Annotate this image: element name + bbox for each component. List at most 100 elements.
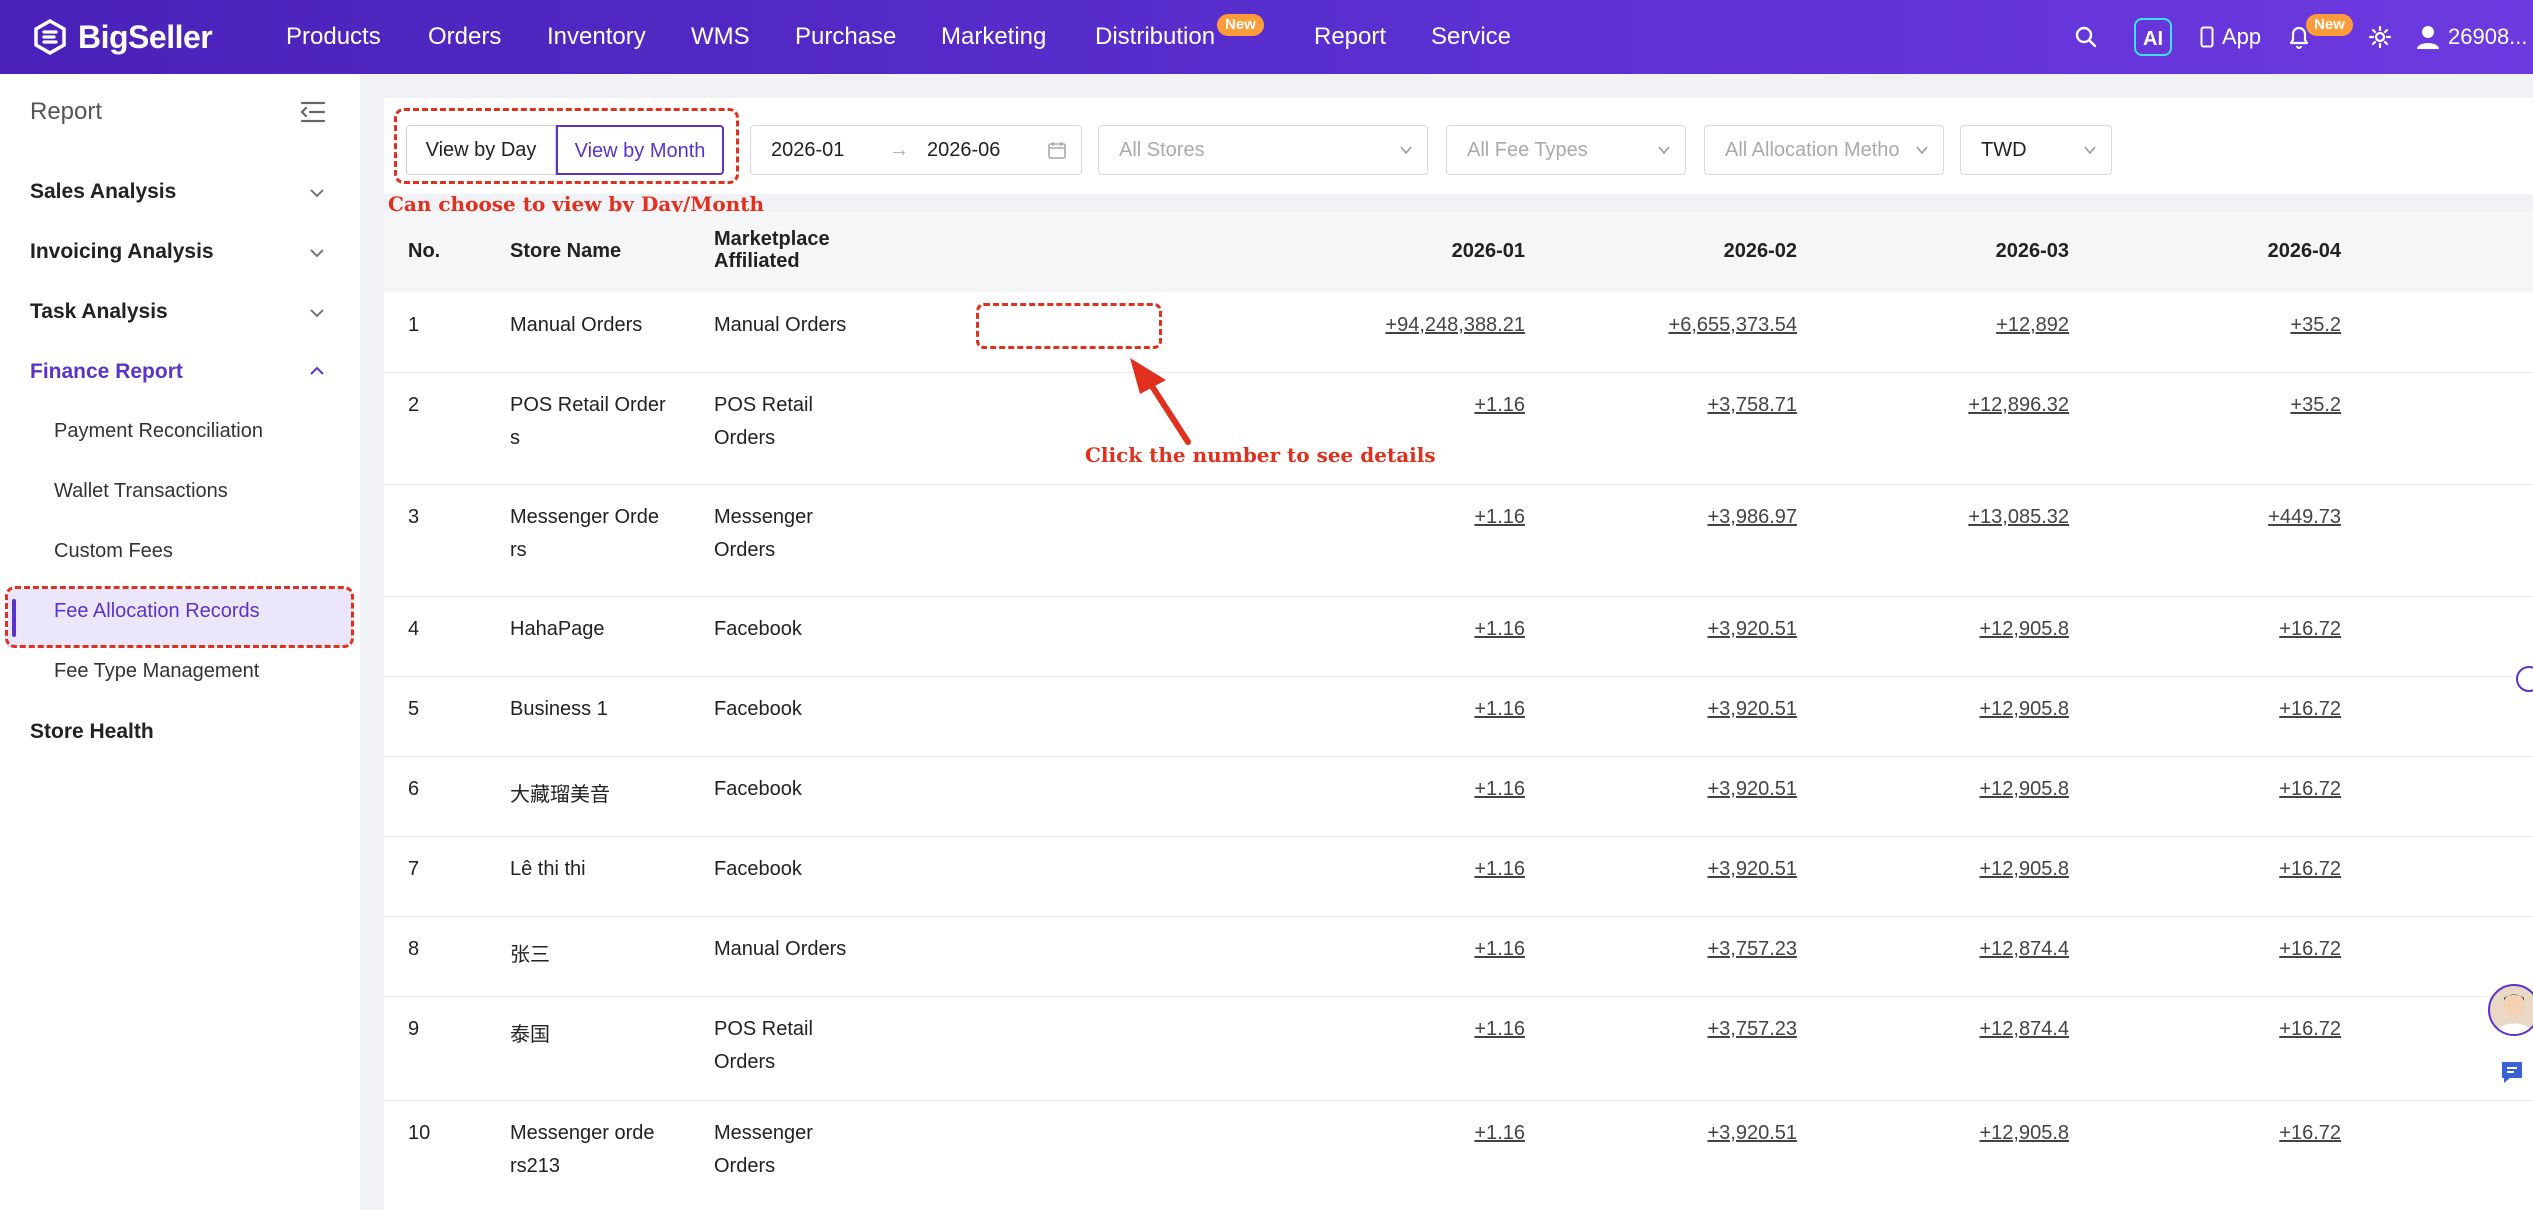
sidebar-item-wallet-transactions[interactable]: Wallet Transactions	[54, 480, 228, 503]
nav-service[interactable]: Service	[1431, 0, 1511, 74]
app-link[interactable]: App	[2222, 0, 2261, 74]
fee-amount-link[interactable]: +3,920.51	[1707, 858, 1797, 881]
fee-amount-link[interactable]: +3,757.23	[1707, 938, 1797, 961]
marketplace-affiliated: Orders	[714, 427, 776, 449]
sidebar-group-task-analysis[interactable]: Task Analysis	[30, 300, 168, 324]
fee-amount-link[interactable]: +12,905.8	[1979, 778, 2069, 801]
fee-amount-link[interactable]: +3,920.51	[1707, 698, 1797, 721]
fee-amount-link[interactable]: +16.72	[2279, 1122, 2341, 1145]
nav-inventory[interactable]: Inventory	[547, 0, 646, 74]
store-name: s	[510, 427, 520, 449]
fee-amount-link[interactable]: +1.16	[1474, 858, 1525, 881]
fee-amount-link[interactable]: +16.72	[2279, 1018, 2341, 1041]
sidebar-item-payment-reconciliation[interactable]: Payment Reconciliation	[54, 420, 263, 443]
fee-amount-link[interactable]: +12,896.32	[1968, 394, 2069, 417]
sidebar-group-sales-analysis[interactable]: Sales Analysis	[30, 180, 176, 204]
row-number: 6	[408, 778, 420, 800]
fee-amount-link[interactable]: +1.16	[1474, 698, 1525, 721]
fee-amount-link[interactable]: +6,655,373.54	[1669, 314, 1797, 337]
nav-report[interactable]: Report	[1314, 0, 1386, 74]
store-name: HahaPage	[510, 618, 605, 640]
chat-message-icon[interactable]	[2496, 1056, 2528, 1088]
fee-amount-link[interactable]: +1.16	[1474, 1018, 1525, 1041]
fee-amount-link[interactable]: +16.72	[2279, 618, 2341, 641]
chevron-down-icon[interactable]	[308, 244, 326, 262]
date-range-picker[interactable]: 2026-01 → 2026-06	[750, 125, 1082, 175]
sidebar-group-store-health[interactable]: Store Health	[30, 720, 154, 744]
fee-amount-link[interactable]: +16.72	[2279, 858, 2341, 881]
row-divider	[384, 676, 2533, 677]
chevron-up-icon[interactable]	[308, 362, 326, 380]
fee-amount-link[interactable]: +35.2	[2290, 394, 2341, 417]
settings-gear-icon[interactable]	[2364, 21, 2396, 53]
fee-amount-link[interactable]: +12,892	[1996, 314, 2069, 337]
nav-purchase[interactable]: Purchase	[795, 0, 896, 74]
fee-amount-link[interactable]: +3,920.51	[1707, 778, 1797, 801]
fee-amount-link[interactable]: +12,905.8	[1979, 858, 2069, 881]
fee-amount-link[interactable]: +3,920.51	[1707, 618, 1797, 641]
currency-select[interactable]: TWD	[1960, 125, 2112, 175]
fee-amount-link[interactable]: +16.72	[2279, 938, 2341, 961]
fee-amount-link[interactable]: +3,920.51	[1707, 1122, 1797, 1145]
ai-assistant-button[interactable]: AI	[2134, 18, 2172, 56]
sidebar-item-custom-fees[interactable]: Custom Fees	[54, 540, 173, 563]
column-header-marketplace-line1: Marketplace	[714, 228, 830, 250]
fee-amount-link[interactable]: +1.16	[1474, 778, 1525, 801]
nav-orders[interactable]: Orders	[428, 0, 501, 74]
nav-marketing[interactable]: Marketing	[941, 0, 1046, 74]
chevron-down-icon[interactable]	[308, 304, 326, 322]
mobile-app-icon[interactable]	[2196, 21, 2218, 53]
fee-amount-link[interactable]: +1.16	[1474, 618, 1525, 641]
fee-amount-link[interactable]: +3,757.23	[1707, 1018, 1797, 1041]
fee-amount-link[interactable]: +35.2	[2290, 314, 2341, 337]
fee-amount-link[interactable]: +12,905.8	[1979, 698, 2069, 721]
currency-select-value: TWD	[1981, 139, 2027, 161]
sidebar-title: Report	[30, 98, 103, 125]
chevron-down-icon[interactable]	[308, 184, 326, 202]
allocation-method-select[interactable]: All Allocation Metho	[1704, 125, 1944, 175]
fee-amount-link[interactable]: +3,758.71	[1707, 394, 1797, 417]
search-icon[interactable]	[2070, 21, 2102, 53]
fee-amount-link[interactable]: +12,905.8	[1979, 618, 2069, 641]
store-name: 泰国	[510, 1024, 550, 1046]
sidebar-item-fee-type-management[interactable]: Fee Type Management	[54, 660, 259, 683]
row-divider	[384, 596, 2533, 597]
sidebar-group-finance-report[interactable]: Finance Report	[30, 360, 183, 384]
fee-amount-link[interactable]: +1.16	[1474, 506, 1525, 529]
fee-amount-link[interactable]: +94,248,388.21	[1385, 314, 1525, 337]
fee-amount-link[interactable]: +16.72	[2279, 698, 2341, 721]
notification-new-badge: New	[2306, 14, 2353, 36]
fee-amount-link[interactable]: +1.16	[1474, 938, 1525, 961]
nav-wms[interactable]: WMS	[691, 0, 750, 74]
date-range-arrow: →	[889, 139, 909, 161]
row-number: 5	[408, 698, 420, 720]
row-divider	[384, 916, 2533, 917]
nav-distribution[interactable]: Distribution	[1095, 0, 1215, 74]
fee-amount-link[interactable]: +16.72	[2279, 778, 2341, 801]
fee-amount-link[interactable]: +1.16	[1474, 394, 1525, 417]
fee-amount-link[interactable]: +12,905.8	[1979, 1122, 2069, 1145]
chevron-down-icon	[1658, 146, 1670, 155]
fee-amount-link[interactable]: +12,874.4	[1979, 938, 2069, 961]
brand-logo[interactable]: BigSeller	[32, 16, 213, 58]
fee-amount-link[interactable]: +3,986.97	[1707, 506, 1797, 529]
bigseller-logo-icon	[34, 19, 66, 55]
fee-amount-link[interactable]: +12,874.4	[1979, 1018, 2069, 1041]
nav-products[interactable]: Products	[286, 0, 381, 74]
fee-amount-link[interactable]: +1.16	[1474, 1122, 1525, 1145]
marketplace-affiliated: Facebook	[714, 698, 802, 720]
user-id[interactable]: 26908...	[2448, 0, 2528, 74]
date-end: 2026-06	[927, 139, 1001, 161]
fee-allocation-table: No. Store Name Marketplace Affiliated 20…	[384, 212, 2533, 1210]
column-header-month-3: 2026-03	[1995, 240, 2069, 262]
user-avatar-icon[interactable]	[2412, 21, 2444, 53]
chevron-down-icon	[1400, 146, 1412, 155]
support-agent-avatar[interactable]	[2488, 984, 2533, 1036]
fee-amount-link[interactable]: +13,085.32	[1968, 506, 2069, 529]
collapse-sidebar-icon[interactable]	[300, 100, 326, 124]
stores-select[interactable]: All Stores	[1098, 125, 1428, 175]
marketplace-affiliated: Facebook	[714, 618, 802, 640]
sidebar-group-invoicing-analysis[interactable]: Invoicing Analysis	[30, 240, 214, 264]
fee-types-select[interactable]: All Fee Types	[1446, 125, 1686, 175]
fee-amount-link[interactable]: +449.73	[2268, 506, 2341, 529]
